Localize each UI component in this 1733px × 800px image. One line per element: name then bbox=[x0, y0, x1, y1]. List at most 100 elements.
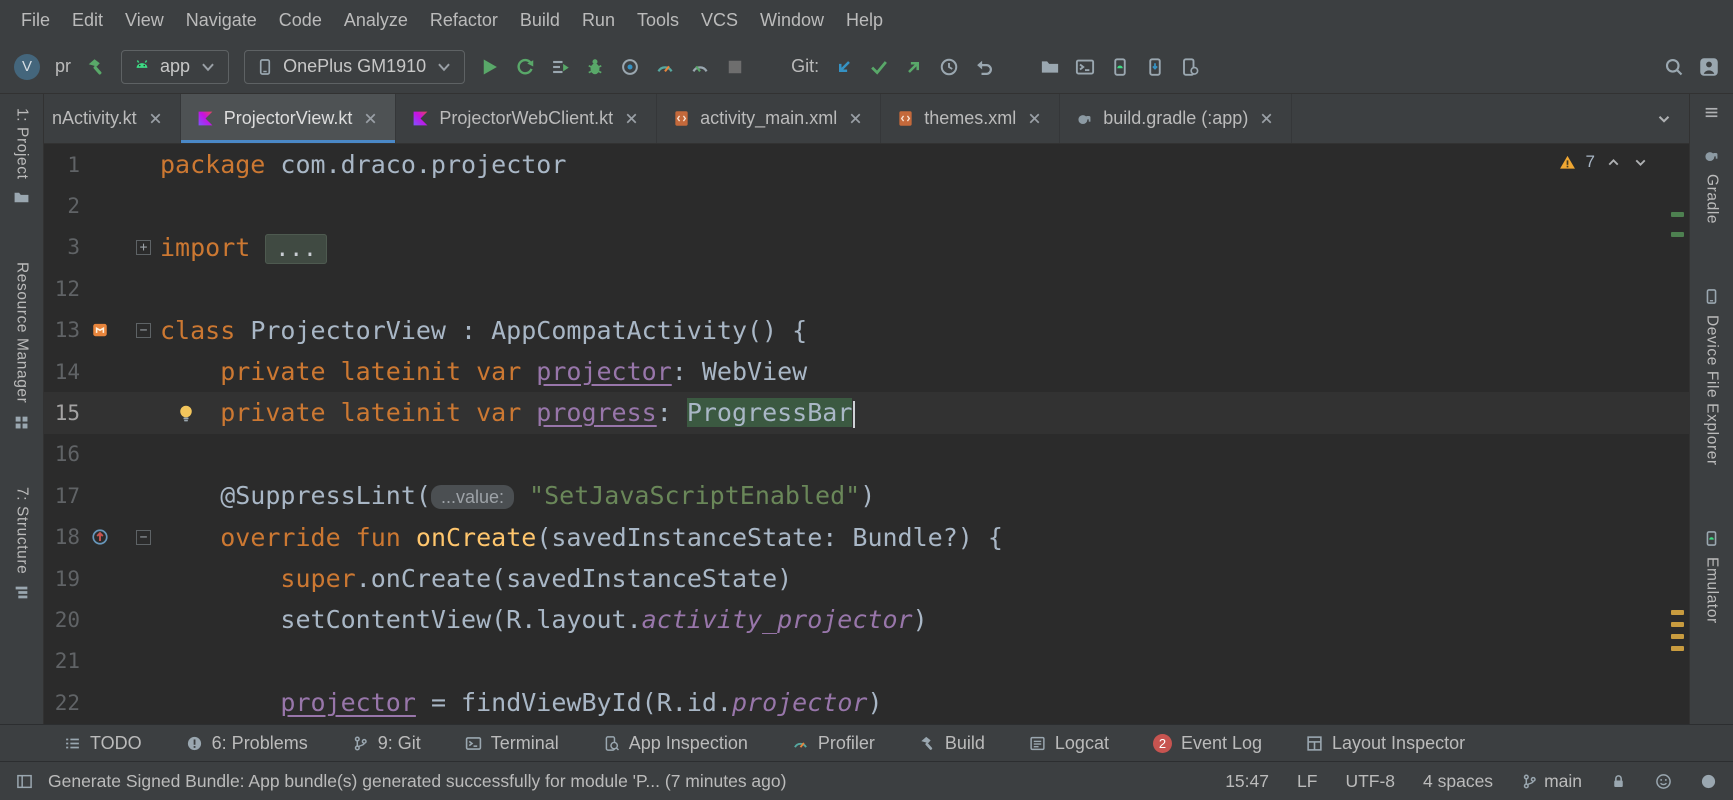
code-line-20[interactable]: 20 setContentView(R.layout.activity_proj… bbox=[44, 599, 1689, 640]
menu-item-vcs[interactable]: VCS bbox=[690, 0, 749, 40]
profiler-icon[interactable] bbox=[655, 57, 675, 77]
device-manager-icon[interactable] bbox=[1180, 57, 1200, 77]
tool-window-switcher-icon[interactable] bbox=[16, 773, 33, 790]
code-line-22[interactable]: 22 projector = findViewById(R.id.project… bbox=[44, 682, 1689, 723]
tab-projectorview-kt[interactable]: ProjectorView.kt bbox=[181, 94, 397, 143]
attach-debugger-icon[interactable] bbox=[620, 57, 640, 77]
tab-themes-xml[interactable]: themes.xml bbox=[881, 94, 1060, 143]
tool-button-build[interactable]: Build bbox=[919, 733, 985, 754]
fold-marker-icon[interactable]: − bbox=[136, 323, 151, 338]
menu-item-navigate[interactable]: Navigate bbox=[175, 0, 268, 40]
tool-button-app-inspection[interactable]: App Inspection bbox=[603, 733, 748, 754]
code-line-content[interactable]: private lateinit var progress: ProgressB… bbox=[160, 398, 855, 428]
tool-button-1-project[interactable]: 1: Project bbox=[13, 108, 31, 206]
code-line-19[interactable]: 19 super.onCreate(savedInstanceState) bbox=[44, 558, 1689, 599]
file-encoding[interactable]: UTF-8 bbox=[1345, 771, 1395, 792]
history-icon[interactable] bbox=[939, 57, 959, 77]
code-line-content[interactable]: @SuppressLint(...value: "SetJavaScriptEn… bbox=[160, 481, 875, 510]
cursor-position[interactable]: 15:47 bbox=[1225, 771, 1269, 792]
tool-button-resource-manager[interactable]: Resource Manager bbox=[13, 262, 31, 430]
intention-bulb-icon[interactable] bbox=[176, 403, 196, 423]
sdk-manager-icon[interactable] bbox=[1145, 57, 1165, 77]
stop-icon[interactable] bbox=[725, 57, 745, 77]
inspections-widget[interactable]: 7 bbox=[1559, 152, 1649, 172]
git-branch-widget[interactable]: main bbox=[1521, 771, 1582, 792]
rollback-icon[interactable] bbox=[974, 57, 994, 77]
feedback-smiley-icon[interactable] bbox=[1655, 773, 1672, 790]
code-line-15[interactable]: 15 private lateinit var progress: Progre… bbox=[44, 392, 1689, 433]
apply-changes-icon[interactable] bbox=[515, 57, 535, 77]
search-everywhere-icon[interactable] bbox=[1664, 57, 1684, 77]
tool-button-layout-inspector[interactable]: Layout Inspector bbox=[1306, 733, 1465, 754]
override-marker-icon[interactable] bbox=[91, 528, 109, 546]
device-selector[interactable]: OnePlus GM1910 bbox=[244, 50, 465, 84]
tool-button-device-file-explorer[interactable]: Device File Explorer bbox=[1703, 288, 1721, 466]
code-line-18[interactable]: 18− override fun onCreate(savedInstanceS… bbox=[44, 517, 1689, 558]
code-line-17[interactable]: 17 @SuppressLint(...value: "SetJavaScrip… bbox=[44, 475, 1689, 516]
tool-button-6-problems[interactable]: 6: Problems bbox=[186, 733, 308, 754]
console-icon[interactable] bbox=[1075, 57, 1095, 77]
user-avatar-icon[interactable] bbox=[1699, 57, 1719, 77]
close-tab-icon[interactable] bbox=[1258, 110, 1275, 127]
code-line-content[interactable]: super.onCreate(savedInstanceState) bbox=[160, 564, 792, 593]
code-line-content[interactable]: override fun onCreate(savedInstanceState… bbox=[160, 523, 1003, 552]
code-line-content[interactable]: projector = findViewById(R.id.projector) bbox=[160, 688, 883, 717]
menu-item-file[interactable]: File bbox=[10, 0, 61, 40]
git-push-icon[interactable] bbox=[904, 57, 924, 77]
menu-item-edit[interactable]: Edit bbox=[61, 0, 114, 40]
close-tab-icon[interactable] bbox=[147, 110, 164, 127]
code-line-21[interactable]: 21 bbox=[44, 641, 1689, 682]
prev-warning-icon[interactable] bbox=[1605, 154, 1622, 171]
tool-button-emulator[interactable]: Emulator bbox=[1703, 530, 1721, 624]
code-line-16[interactable]: 16 bbox=[44, 434, 1689, 475]
indent-setting[interactable]: 4 spaces bbox=[1423, 771, 1493, 792]
tab-nactivity-kt[interactable]: nActivity.kt bbox=[44, 94, 181, 143]
build-hammer-icon[interactable] bbox=[86, 57, 106, 77]
menu-item-help[interactable]: Help bbox=[835, 0, 894, 40]
code-editor[interactable]: 1package com.draco.projector23+import ..… bbox=[44, 144, 1689, 724]
menu-item-build[interactable]: Build bbox=[509, 0, 571, 40]
project-avatar[interactable]: V bbox=[14, 54, 40, 80]
status-message[interactable]: Generate Signed Bundle: App bundle(s) ge… bbox=[48, 771, 786, 792]
tool-button-profiler[interactable]: Profiler bbox=[792, 733, 875, 754]
tool-button-terminal[interactable]: Terminal bbox=[465, 733, 559, 754]
close-tab-icon[interactable] bbox=[623, 110, 640, 127]
debug-icon[interactable] bbox=[585, 57, 605, 77]
close-tab-icon[interactable] bbox=[1026, 110, 1043, 127]
tool-button-9-git[interactable]: 9: Git bbox=[352, 733, 421, 754]
menu-item-view[interactable]: View bbox=[114, 0, 175, 40]
menu-item-code[interactable]: Code bbox=[268, 0, 333, 40]
close-tab-icon[interactable] bbox=[847, 110, 864, 127]
notification-icon[interactable] bbox=[1700, 773, 1717, 790]
tab-build-gradle-app[interactable]: build.gradle (:app) bbox=[1060, 94, 1292, 143]
hidden-tabs-chevron-icon[interactable] bbox=[1639, 110, 1689, 128]
run-config-selector[interactable]: app bbox=[121, 50, 229, 84]
tool-button-event-log[interactable]: 2Event Log bbox=[1153, 733, 1262, 754]
git-commit-icon[interactable] bbox=[869, 57, 889, 77]
code-line-content[interactable]: setContentView(R.layout.activity_project… bbox=[160, 605, 928, 634]
tab-activity-main-xml[interactable]: activity_main.xml bbox=[657, 94, 881, 143]
menu-item-refactor[interactable]: Refactor bbox=[419, 0, 509, 40]
menu-item-run[interactable]: Run bbox=[571, 0, 626, 40]
next-warning-icon[interactable] bbox=[1632, 154, 1649, 171]
code-line-13[interactable]: 13−class ProjectorView : AppCompatActivi… bbox=[44, 310, 1689, 351]
code-line-2[interactable]: 2 bbox=[44, 185, 1689, 226]
fold-marker-icon[interactable]: − bbox=[136, 530, 151, 545]
fold-marker-icon[interactable]: + bbox=[136, 240, 151, 255]
line-ending[interactable]: LF bbox=[1297, 771, 1317, 792]
code-line-content[interactable]: package com.draco.projector bbox=[160, 150, 566, 179]
tool-button-logcat[interactable]: Logcat bbox=[1029, 733, 1109, 754]
stripe-options-menu-icon[interactable] bbox=[1703, 104, 1720, 121]
avd-manager-icon[interactable] bbox=[1110, 57, 1130, 77]
lock-icon[interactable] bbox=[1610, 773, 1627, 790]
menu-item-analyze[interactable]: Analyze bbox=[333, 0, 419, 40]
code-line-12[interactable]: 12 bbox=[44, 268, 1689, 309]
code-line-3[interactable]: 3+import ... bbox=[44, 227, 1689, 268]
class-gutter-icon[interactable] bbox=[91, 321, 109, 339]
run-icon[interactable] bbox=[480, 57, 500, 77]
code-line-content[interactable]: private lateinit var projector: WebView bbox=[160, 357, 807, 386]
menu-item-window[interactable]: Window bbox=[749, 0, 835, 40]
git-update-icon[interactable] bbox=[834, 57, 854, 77]
tool-button-7-structure[interactable]: 7: Structure bbox=[13, 487, 31, 601]
menu-item-tools[interactable]: Tools bbox=[626, 0, 690, 40]
